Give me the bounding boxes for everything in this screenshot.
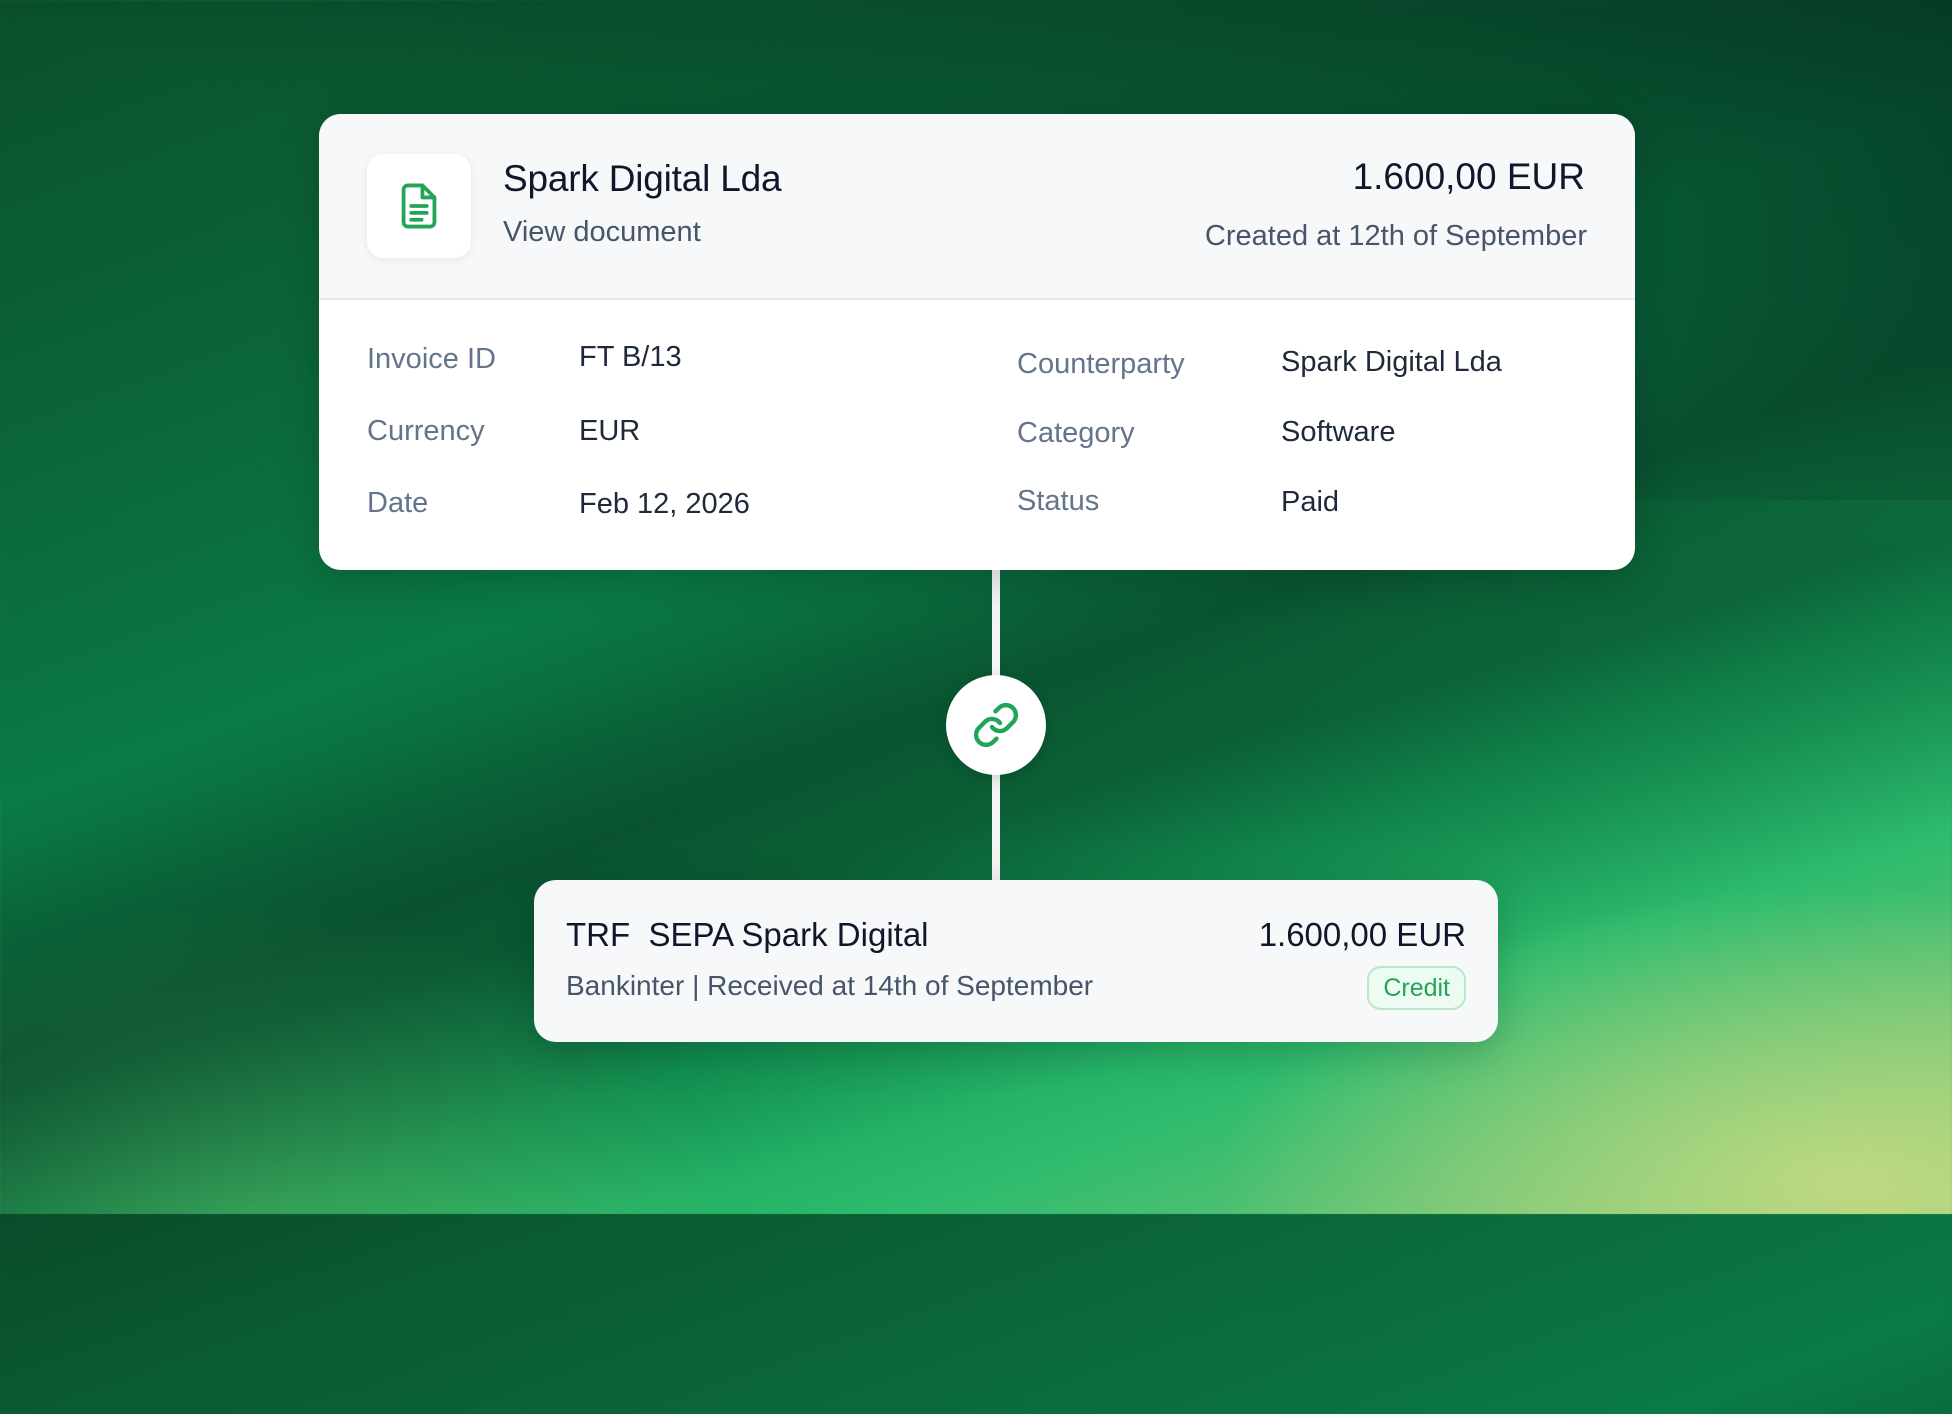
detail-label-date: Date — [367, 487, 429, 519]
detail-label-counterparty: Counterparty — [1017, 348, 1185, 380]
document-icon-box[interactable] — [367, 154, 471, 258]
transaction-amount: 1.600,00 EUR — [1258, 916, 1466, 953]
detail-label-currency: Currency — [367, 415, 485, 447]
view-document-link[interactable]: View document — [503, 216, 701, 249]
detail-value-currency: EUR — [579, 415, 641, 447]
invoice-title: Spark Digital Lda — [503, 158, 782, 199]
link-button[interactable] — [946, 675, 1046, 775]
detail-value-invoice-id: FT B/13 — [579, 341, 682, 373]
detail-label-category: Category — [1017, 417, 1135, 449]
document-icon — [401, 183, 437, 229]
transaction-subtitle: Bankinter | Received at 14th of Septembe… — [566, 970, 1094, 1001]
detail-label-status: Status — [1017, 485, 1100, 517]
connector-line-top — [992, 568, 1000, 678]
detail-label-invoice-id: Invoice ID — [367, 343, 496, 375]
transaction-card[interactable]: TRF SEPA Spark Digital Bankinter | Recei… — [534, 880, 1498, 1042]
transaction-title: TRF SEPA Spark Digital — [566, 916, 929, 953]
invoice-created-date: Created at 12th of September — [1204, 220, 1587, 252]
detail-value-counterparty: Spark Digital Lda — [1281, 346, 1502, 378]
invoice-header: Spark Digital Lda View document 1.600,00… — [319, 114, 1635, 300]
link-icon — [973, 702, 1019, 748]
detail-value-date: Feb 12, 2026 — [579, 488, 750, 520]
invoice-card: Spark Digital Lda View document 1.600,00… — [319, 114, 1635, 570]
invoice-amount: 1.600,00 EUR — [1352, 156, 1585, 197]
detail-value-status: Paid — [1281, 486, 1340, 518]
connector-line-bottom — [992, 772, 1000, 882]
detail-value-category: Software — [1281, 416, 1396, 448]
credit-badge: Credit — [1367, 966, 1466, 1010]
